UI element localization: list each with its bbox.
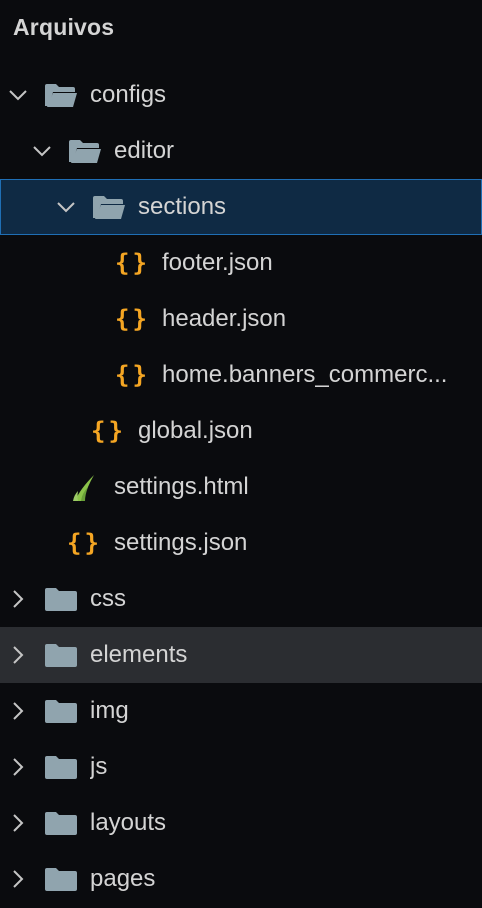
tree-item-label: editor [114, 137, 175, 164]
folder-icon [45, 868, 77, 891]
tree-item-label: global.json [138, 417, 253, 444]
folder-open-icon [45, 84, 77, 107]
tree-item-layouts[interactable]: layouts [0, 795, 482, 851]
tree-item-pages[interactable]: pages [0, 851, 482, 907]
tree-item-elements[interactable]: elements [0, 627, 482, 683]
tree-item-label: css [90, 585, 126, 612]
tree-item-editor[interactable]: editor [0, 123, 482, 179]
twig-file-icon [73, 475, 94, 501]
chevron-down-icon[interactable] [55, 196, 77, 218]
folder-icon [45, 812, 77, 835]
json-file-icon: {} [115, 361, 150, 389]
json-file-icon: {} [115, 249, 150, 277]
tree-item-sections[interactable]: sections [0, 179, 482, 235]
folder-open-icon [69, 140, 101, 163]
tree-item-header-json[interactable]: {} header.json [0, 291, 482, 347]
tree-item-label: header.json [162, 305, 287, 332]
chevron-right-icon[interactable] [7, 644, 29, 666]
tree-item-home-banners[interactable]: {} home.banners_commerc... [0, 347, 482, 403]
tree-item-img[interactable]: img [0, 683, 482, 739]
folder-icon [45, 644, 77, 667]
tree-item-css[interactable]: css [0, 571, 482, 627]
tree-item-settings-html[interactable]: settings.html [0, 459, 482, 515]
tree-item-label: settings.html [114, 473, 249, 500]
tree-item-label: elements [90, 641, 188, 668]
chevron-right-icon[interactable] [7, 700, 29, 722]
file-tree: configs editor sections {} footer.json {… [0, 67, 482, 907]
tree-item-label: layouts [90, 809, 167, 836]
folder-icon [45, 756, 77, 779]
tree-item-label: configs [90, 81, 167, 108]
tree-item-label: settings.json [114, 529, 248, 556]
json-file-icon: {} [91, 417, 126, 445]
chevron-right-icon[interactable] [7, 588, 29, 610]
json-file-icon: {} [115, 305, 150, 333]
tree-item-label: sections [138, 192, 227, 220]
folder-icon [45, 700, 77, 723]
folder-icon [45, 588, 77, 611]
chevron-right-icon[interactable] [7, 868, 29, 890]
tree-item-configs[interactable]: configs [0, 67, 482, 123]
chevron-down-icon[interactable] [7, 84, 29, 106]
chevron-right-icon[interactable] [7, 812, 29, 834]
tree-item-label: home.banners_commerc... [162, 361, 448, 388]
tree-item-js[interactable]: js [0, 739, 482, 795]
chevron-right-icon[interactable] [7, 756, 29, 778]
tree-item-label: footer.json [162, 249, 273, 276]
tree-item-label: img [90, 697, 129, 724]
folder-open-icon [93, 195, 125, 219]
tree-item-footer-json[interactable]: {} footer.json [0, 235, 482, 291]
tree-item-label: js [90, 753, 108, 780]
json-file-icon: {} [67, 529, 102, 557]
tree-item-global-json[interactable]: {} global.json [0, 403, 482, 459]
chevron-down-icon[interactable] [31, 140, 53, 162]
tree-item-settings-json[interactable]: {} settings.json [0, 515, 482, 571]
tree-item-label: pages [90, 865, 156, 892]
panel-title: Arquivos [13, 14, 115, 40]
